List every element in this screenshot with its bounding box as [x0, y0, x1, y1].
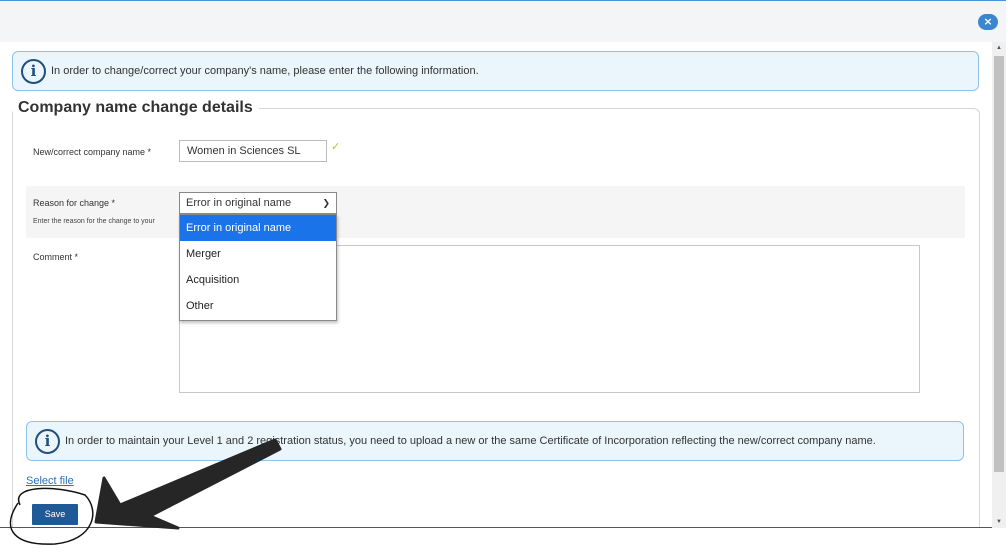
section-title: Company name change details: [13, 99, 259, 117]
info-circle-icon: i: [35, 429, 60, 454]
reason-row: [26, 186, 965, 238]
reason-selected-value: Error in original name: [186, 197, 292, 209]
reason-option-acquisition[interactable]: Acquisition: [180, 267, 336, 293]
new-company-name-input[interactable]: Women in Sciences SL: [179, 140, 327, 162]
vertical-scrollbar[interactable]: ▲ ▼: [992, 42, 1006, 528]
divider: [0, 527, 992, 528]
close-button[interactable]: ×: [978, 14, 998, 30]
info-banner-text: In order to change/correct your company'…: [51, 65, 479, 77]
chevron-down-icon: ❯: [322, 198, 330, 208]
scroll-thumb[interactable]: [994, 56, 1004, 472]
upload-notice-banner: i In order to maintain your Level 1 and …: [26, 421, 964, 461]
info-circle-icon: i: [21, 59, 46, 84]
reason-option-merger[interactable]: Merger: [180, 241, 336, 267]
select-file-link[interactable]: Select file: [26, 475, 74, 487]
valid-check-icon: ✓: [331, 141, 341, 153]
comment-label: Comment *: [33, 252, 79, 262]
reason-dropdown-list: Error in original name Merger Acquisitio…: [179, 214, 337, 321]
reason-option-other[interactable]: Other: [180, 293, 336, 319]
reason-help-text: Enter the reason for the change to your: [33, 218, 155, 225]
reason-option-error[interactable]: Error in original name: [180, 215, 336, 241]
save-button[interactable]: Save: [32, 504, 78, 525]
reason-select[interactable]: Error in original name ❯: [179, 192, 337, 214]
new-name-label: New/correct company name *: [33, 147, 152, 157]
modal-header: ×: [0, 0, 1006, 42]
info-banner: i In order to change/correct your compan…: [12, 51, 979, 91]
modal-content: i In order to change/correct your compan…: [0, 42, 992, 528]
scroll-down-icon[interactable]: ▼: [992, 516, 1006, 528]
reason-label: Reason for change *: [33, 198, 116, 208]
upload-notice-text: In order to maintain your Level 1 and 2 …: [65, 435, 876, 447]
scroll-up-icon[interactable]: ▲: [992, 42, 1006, 54]
